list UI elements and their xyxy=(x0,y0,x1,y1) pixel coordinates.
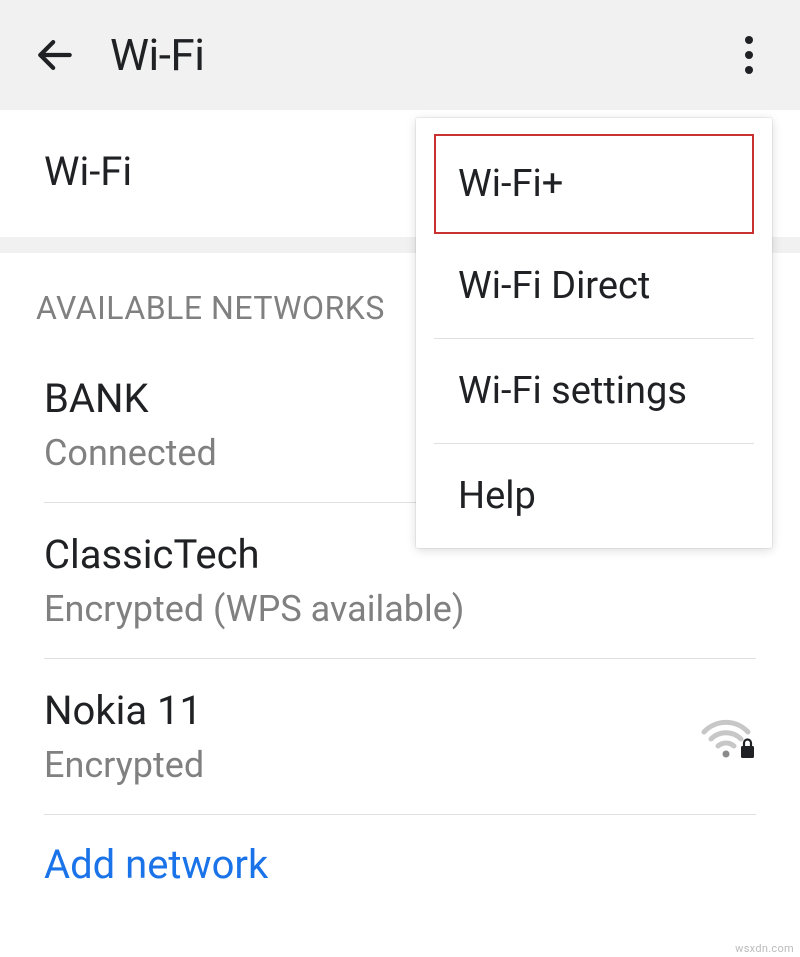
overflow-dropdown-menu: Wi-Fi+ Wi-Fi Direct Wi-Fi settings Help xyxy=(416,118,772,548)
menu-item-wifi-plus[interactable]: Wi-Fi+ xyxy=(434,134,754,234)
back-arrow-icon[interactable] xyxy=(30,30,80,80)
wifi-toggle-label: Wi-Fi xyxy=(44,148,132,195)
network-row[interactable]: Nokia 11 Encrypted xyxy=(44,659,756,815)
menu-item-help[interactable]: Help xyxy=(434,444,754,548)
network-status: Encrypted xyxy=(44,744,756,786)
page-title: Wi-Fi xyxy=(110,29,204,81)
network-status: Encrypted (WPS available) xyxy=(44,588,756,630)
overflow-menu-icon[interactable] xyxy=(734,30,764,80)
wifi-signal-locked-icon xyxy=(700,714,756,760)
network-name: Nokia 11 xyxy=(44,687,756,734)
menu-item-wifi-direct[interactable]: Wi-Fi Direct xyxy=(434,234,754,339)
add-network-link[interactable]: Add network xyxy=(44,815,756,898)
app-bar: Wi-Fi xyxy=(0,0,800,110)
menu-item-wifi-settings[interactable]: Wi-Fi settings xyxy=(434,339,754,444)
watermark: wsxdn.com xyxy=(735,942,794,955)
